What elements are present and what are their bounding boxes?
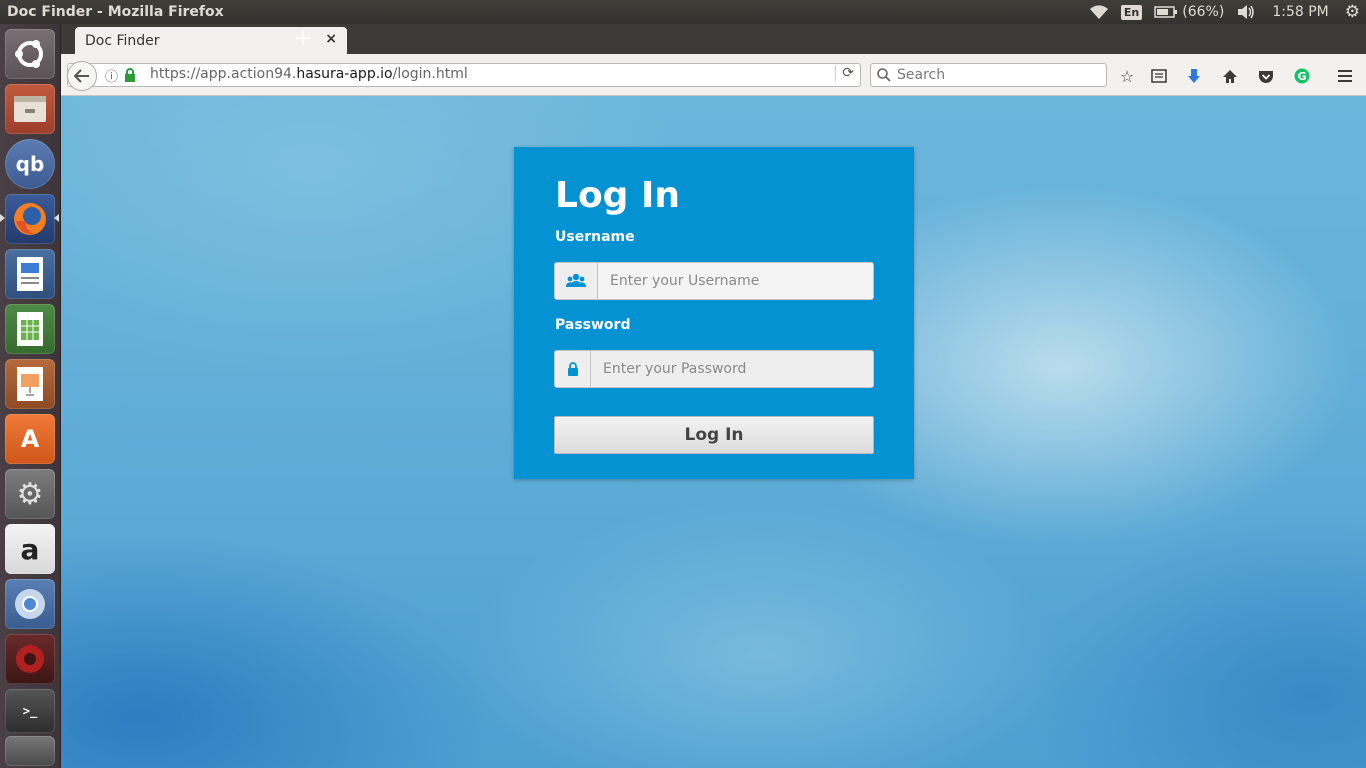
users-icon — [555, 263, 598, 299]
amazon-icon[interactable]: a — [5, 524, 55, 574]
software-center-glyph: A — [20, 425, 40, 453]
username-label: Username — [555, 229, 635, 245]
ubuntu-dash-icon[interactable] — [5, 29, 55, 79]
back-button[interactable] — [67, 61, 97, 91]
battery-indicator[interactable]: (66%) — [1148, 0, 1230, 24]
download-icon[interactable] — [1183, 65, 1205, 87]
reload-icon[interactable]: ⟳ — [835, 65, 854, 81]
password-input-group — [554, 350, 874, 388]
tab-title: Doc Finder — [85, 32, 160, 49]
navigation-bar: ⓘ https://app.action94.hasura-app.io/log… — [61, 54, 1366, 96]
settings-gear-glyph: ⚙ — [16, 476, 44, 512]
username-input-group — [554, 262, 874, 300]
clock[interactable]: 1:58 PM — [1262, 0, 1338, 24]
search-placeholder: Search — [897, 67, 946, 83]
app-red-icon[interactable] — [5, 634, 55, 684]
lock-icon — [555, 351, 591, 387]
password-input[interactable] — [591, 351, 873, 387]
session-gear-icon[interactable]: ⚙ — [1339, 0, 1366, 24]
back-arrow-icon — [74, 69, 89, 83]
grammarly-icon[interactable]: G — [1291, 65, 1313, 87]
search-box[interactable]: Search — [870, 63, 1107, 87]
volume-icon[interactable] — [1230, 0, 1262, 24]
firefox-icon[interactable] — [5, 194, 55, 244]
terminal-glyph: >_ — [22, 704, 38, 718]
login-button[interactable]: Log In — [554, 416, 874, 454]
wifi-icon[interactable] — [1083, 0, 1115, 24]
hamburger-menu-icon[interactable] — [1334, 65, 1356, 87]
search-icon — [877, 68, 891, 82]
indicator-area: En (66%) 1:58 PM ⚙ — [1083, 0, 1366, 24]
qbittorrent-icon[interactable]: qb — [5, 139, 55, 189]
launcher-active-pip — [54, 214, 59, 222]
window-title: Doc Finder - Mozilla Firefox — [7, 4, 224, 20]
username-input[interactable] — [598, 263, 873, 299]
pocket-icon[interactable] — [1255, 65, 1277, 87]
login-title: Log In — [555, 175, 680, 216]
terminal-icon[interactable]: >_ — [5, 689, 55, 733]
url-prefix: https://app.action94. — [150, 66, 297, 82]
url-bar[interactable]: ⓘ https://app.action94.hasura-app.io/log… — [67, 61, 861, 91]
url-path: /login.html — [392, 66, 468, 82]
page-content: Log In Username Password Log In — [61, 96, 1366, 768]
chromium-icon[interactable] — [5, 579, 55, 629]
battery-icon — [1154, 6, 1178, 18]
calc-icon[interactable] — [5, 304, 55, 354]
home-icon[interactable] — [1219, 65, 1241, 87]
tab-close-icon[interactable]: × — [325, 31, 337, 47]
new-tab-button[interactable]: + — [291, 27, 315, 51]
impress-icon[interactable] — [5, 359, 55, 409]
launcher-stacked-apps-icon[interactable] — [5, 736, 55, 766]
svg-text:G: G — [1297, 70, 1306, 83]
system-settings-icon[interactable]: ⚙ — [5, 469, 55, 519]
login-card: Log In Username Password Log In — [514, 147, 914, 479]
qbittorrent-glyph: qb — [15, 152, 45, 176]
launcher: qb A ⚙ a >_ — [0, 24, 61, 768]
software-center-icon[interactable]: A — [5, 414, 55, 464]
top-panel: Doc Finder - Mozilla Firefox En (66%) 1:… — [0, 0, 1366, 24]
files-icon[interactable] — [5, 84, 55, 134]
writer-icon[interactable] — [5, 249, 55, 299]
battery-percent: (66%) — [1182, 4, 1225, 20]
amazon-glyph: a — [20, 532, 40, 566]
secure-lock-icon — [124, 68, 136, 86]
bookmark-star-icon[interactable]: ☆ — [1116, 65, 1138, 87]
keyboard-language-indicator[interactable]: En — [1115, 0, 1148, 24]
site-info-icon[interactable]: ⓘ — [105, 66, 118, 85]
reading-list-icon[interactable] — [1148, 65, 1170, 87]
url-host: hasura-app.io — [296, 66, 393, 82]
password-label: Password — [555, 317, 631, 333]
language-badge: En — [1120, 4, 1143, 20]
tab-bar: Doc Finder × + — [61, 24, 1366, 54]
url-text[interactable]: https://app.action94.hasura-app.io/login… — [150, 66, 468, 82]
